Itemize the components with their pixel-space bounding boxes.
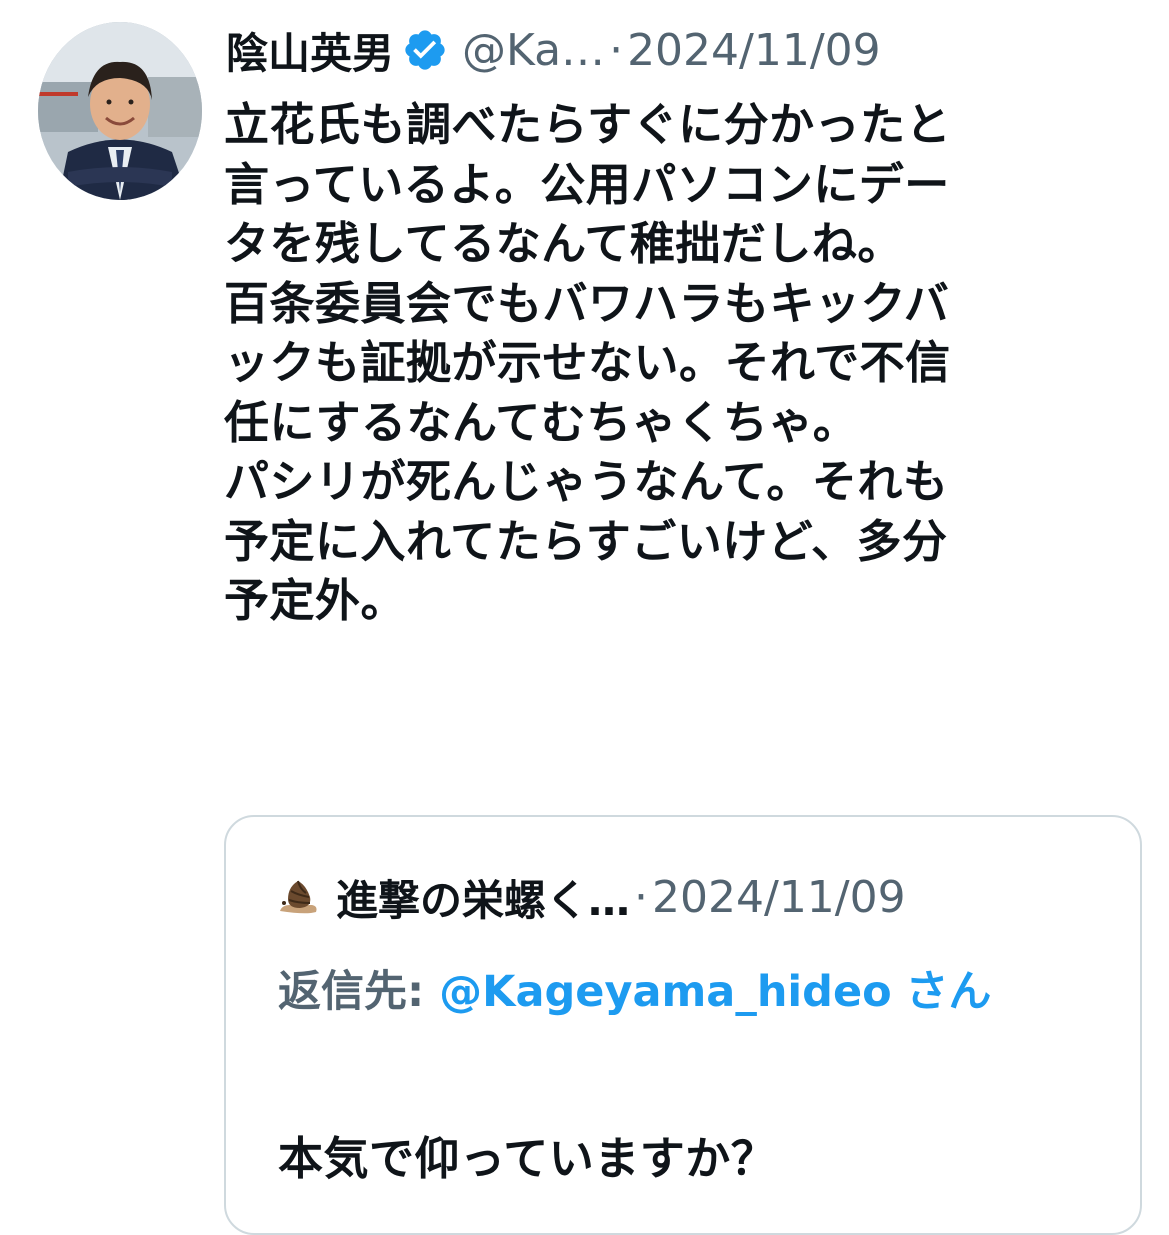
author-name[interactable]: 陰山英男 bbox=[226, 20, 394, 81]
reply-to-handle-link[interactable]: @Kageyama_hideo bbox=[439, 967, 892, 1017]
avatar-photo bbox=[38, 22, 202, 200]
quoted-tweet-header: 進撃の栄螺く… · 2024/11/09 bbox=[276, 867, 906, 927]
tweet-text-line: 予定外。 bbox=[224, 574, 407, 627]
tweet-text-line: タを残してるなんて稚拙だしね。 bbox=[224, 217, 903, 270]
quoted-tweet-date[interactable]: 2024/11/09 bbox=[652, 872, 906, 923]
tweet-text-line: 言っているよ。公用パソコンにデー bbox=[224, 157, 950, 211]
reply-to: 返信先: @Kageyama_hideo さん bbox=[278, 955, 1098, 1029]
tweet-text-line: 百条委員会でもバワハラもキックバ bbox=[224, 276, 950, 330]
reply-to-suffix: さん bbox=[905, 967, 992, 1017]
tweet-text-line: ックも証拠が示せない。それで不信 bbox=[224, 336, 951, 389]
quoted-header-separator: · bbox=[634, 871, 649, 923]
tweet-text-line: 予定に入れてたらすごいけど、多分 bbox=[224, 514, 948, 568]
tweet-text-line: 立花氏も調べたらすぐに分かったと bbox=[224, 98, 952, 151]
verified-badge-icon bbox=[402, 27, 448, 73]
tweet-header: 陰山英男 @Ka… · 2024/11/09 bbox=[226, 18, 881, 82]
reply-to-label: 返信先: bbox=[278, 967, 440, 1017]
quoted-tweet-card[interactable]: 進撃の栄螺く… · 2024/11/09 返信先: @Kageyama_hide… bbox=[224, 815, 1142, 1235]
quoted-author-name[interactable]: 進撃の栄螺く… bbox=[336, 867, 630, 928]
tweet-text-line: パシリが死んじゃうなんて。それも bbox=[224, 455, 949, 508]
tweet-date[interactable]: 2024/11/09 bbox=[627, 25, 881, 76]
quoted-tweet-text: 本気で仰っていますか？ bbox=[278, 1132, 777, 1185]
author-handle[interactable]: @Ka… bbox=[462, 25, 605, 76]
tweet-text: 立花氏も調べたらすぐに分かったと 言っているよ。公用パソコンにデー タを残してる… bbox=[224, 95, 1129, 631]
snail-avatar-icon[interactable] bbox=[276, 875, 320, 919]
avatar[interactable] bbox=[38, 22, 202, 200]
tweet[interactable]: 陰山英男 @Ka… · 2024/11/09 立花氏も調べたらすぐに分かったと … bbox=[0, 0, 1169, 1235]
header-separator: · bbox=[609, 24, 624, 76]
tweet-text-line: 任にするなんてむちゃくちゃ。 bbox=[224, 395, 859, 449]
